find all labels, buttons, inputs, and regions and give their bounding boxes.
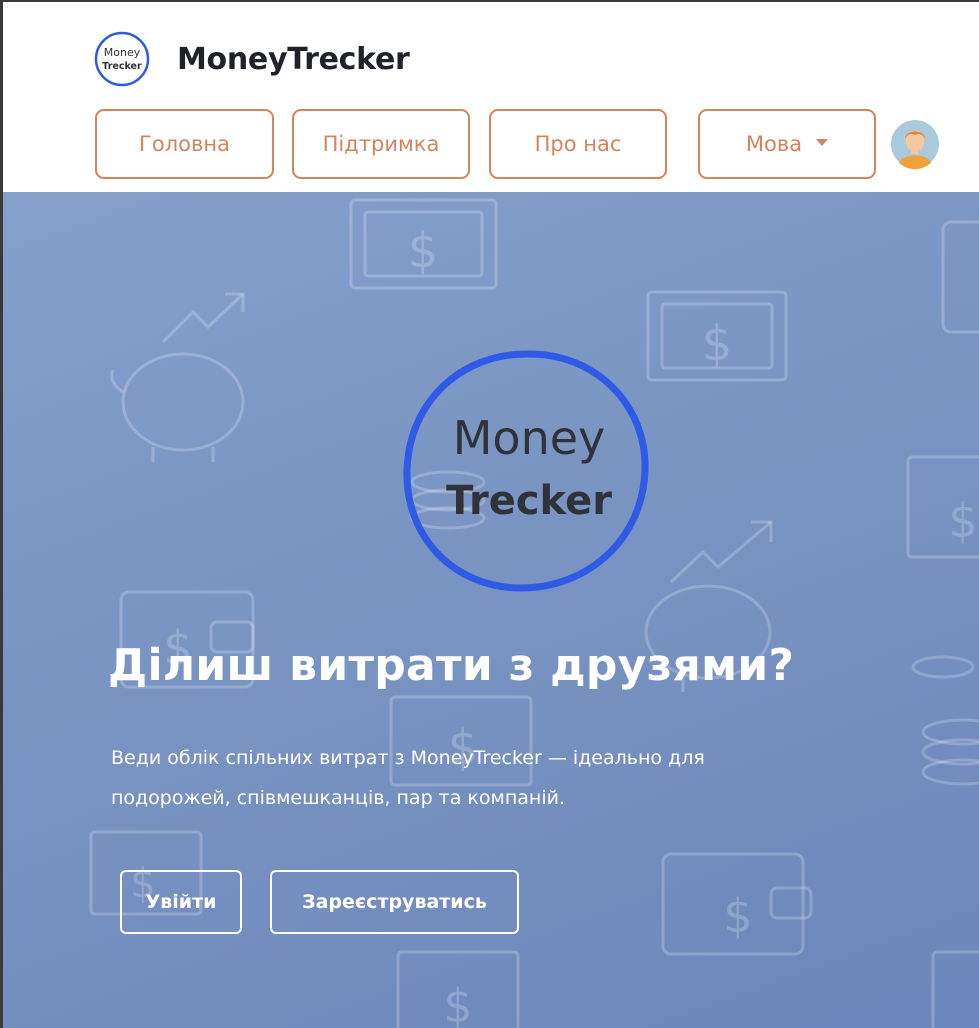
hero-title: Ділиш витрати з друзями? <box>108 640 795 691</box>
piggy-bank-icon <box>110 352 245 462</box>
caret-down-icon <box>816 138 829 146</box>
brand[interactable]: Money Trecker MoneyTrecker <box>91 28 410 90</box>
nav-about-button[interactable]: Про нас <box>489 109 667 179</box>
user-avatar-icon[interactable] <box>890 119 940 169</box>
nav-home-button[interactable]: Головна <box>95 109 274 179</box>
svg-text:$: $ <box>443 979 472 1028</box>
login-button-label: Увійти <box>145 891 217 913</box>
wallet-icon: $ <box>661 852 813 956</box>
hero-logo-line2: Trecker <box>446 478 612 524</box>
growth-arrow-icon <box>669 520 773 584</box>
register-button-label: Зареєструватись <box>302 891 487 913</box>
banknote-icon <box>931 950 979 1028</box>
wallet-icon <box>941 220 979 334</box>
svg-text:$: $ <box>948 494 977 548</box>
svg-text:$: $ <box>702 316 733 372</box>
banknote-icon: $ <box>646 290 788 382</box>
brand-logo-icon: Money Trecker <box>94 31 150 87</box>
nav-home-label: Головна <box>139 132 230 156</box>
banknote-icon: $ <box>906 455 979 559</box>
hero-logo-line1: Money <box>453 411 606 465</box>
nav-support-label: Підтримка <box>322 132 440 156</box>
nav-about-label: Про нас <box>534 132 622 156</box>
hero-description-line1: Веди облік спільних витрат з MoneyTrecke… <box>111 747 705 769</box>
login-button[interactable]: Увійти <box>120 870 242 934</box>
hero-section: $ $ $ $ $ $ $ $ Money Trecker Ділиш витр… <box>3 192 979 1028</box>
register-button[interactable]: Зареєструватись <box>270 870 519 934</box>
browser-viewport: Money Trecker MoneyTrecker Головна Підтр… <box>0 0 979 1028</box>
site-header: Money Trecker MoneyTrecker Головна Підтр… <box>3 2 979 192</box>
language-dropdown-button[interactable]: Мова <box>698 109 876 179</box>
brand-logo-text-2: Trecker <box>102 61 142 72</box>
nav-support-button[interactable]: Підтримка <box>292 109 470 179</box>
language-label: Мова <box>745 132 803 156</box>
svg-text:$: $ <box>408 223 439 279</box>
svg-text:$: $ <box>723 889 752 943</box>
hero-description-line2: подорожей, співмешканців, пар та компані… <box>111 787 566 809</box>
brand-logo-text-1: Money <box>104 46 141 59</box>
banknote-icon: $ <box>349 198 498 290</box>
logo-ring-icon <box>403 350 649 592</box>
hero-description: Веди облік спільних витрат з MoneyTrecke… <box>111 738 871 818</box>
hero-logo: Money Trecker <box>403 350 649 592</box>
banknote-icon: $ <box>396 950 520 1028</box>
growth-arrow-icon <box>161 292 245 344</box>
brand-name: MoneyTrecker <box>177 41 410 77</box>
